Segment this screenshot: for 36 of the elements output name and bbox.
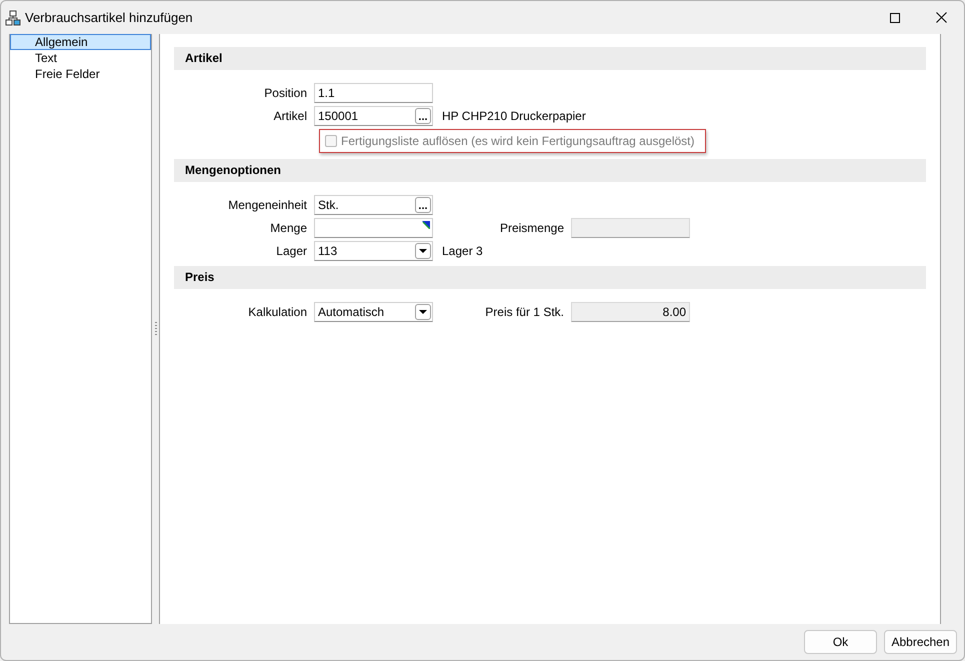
dropdown-field[interactable]: Automatisch [314,302,433,322]
dropdown-button[interactable] [415,243,431,259]
field-label: Lager [275,243,308,260]
browse-button[interactable]: ... [415,197,431,213]
maximize-icon [890,12,900,22]
field-label: Preismenge [498,220,565,237]
section-header: Preis [174,266,926,289]
readonly-field: 8.00 [571,302,690,322]
app-icon [5,10,21,26]
field-label: Menge [269,220,308,237]
section-header: Mengenoptionen [174,159,926,182]
caret-icon [419,310,427,314]
sidebar-item[interactable]: Text [10,50,151,66]
field-note: HP CHP210 Druckerpapier [442,108,586,125]
window-title: Verbrauchsartikel hinzufügen [25,8,193,27]
input-field[interactable]: Stk. ... [314,195,433,215]
browse-button[interactable]: ... [415,108,431,124]
field-label: Position [263,85,308,102]
ok-button[interactable]: Ok [804,630,877,654]
input-field[interactable]: 1.1 [314,83,433,103]
section-header: Artikel [174,47,926,70]
input-field[interactable]: 150001 ... [314,106,433,126]
field-note: Lager 3 [442,243,483,260]
field-label: Preis für 1 Stk. [484,304,565,321]
dropdown-button[interactable] [415,304,431,320]
dropdown-field[interactable]: 113 [314,241,433,261]
close-icon [936,12,946,23]
sidebar-item[interactable]: Freie Felder [10,66,151,82]
corner-indicator-icon [422,221,430,229]
input-field[interactable] [314,218,433,238]
sidebar-item[interactable]: Allgemein [10,34,151,50]
caret-icon [419,249,427,253]
cancel-button[interactable]: Abbrechen [884,630,957,654]
field-label: Kalkulation [247,304,308,321]
field-label: Mengeneinheit [227,197,308,214]
field-label: Artikel [272,108,308,125]
